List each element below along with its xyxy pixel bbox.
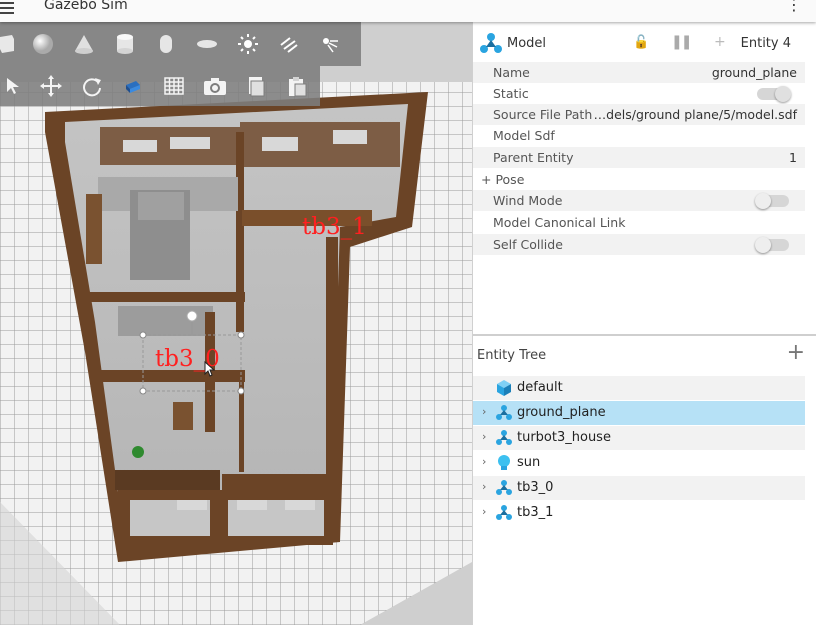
component-type-label: Model xyxy=(507,36,547,51)
screenshot-icon[interactable] xyxy=(194,66,235,106)
shapes-toolbar xyxy=(0,22,361,66)
name-value[interactable]: ground_plane xyxy=(712,65,797,80)
property-row-name: Name ground_plane xyxy=(473,62,805,83)
property-row-wind-mode: Wind Mode xyxy=(473,190,805,211)
plant xyxy=(132,446,144,458)
tree-item-tb3-0[interactable]: › tb3_0 xyxy=(473,476,805,500)
add-entity-icon[interactable]: + xyxy=(787,342,805,364)
tree-item-turbot3-house[interactable]: › turbot3_house xyxy=(473,426,805,450)
model-icon xyxy=(480,33,502,53)
panel-splitter[interactable] xyxy=(473,334,816,336)
more-options-icon[interactable]: ⋮ xyxy=(786,0,802,13)
app-title: Gazebo Sim xyxy=(44,0,128,13)
point-light-icon[interactable] xyxy=(227,24,268,64)
scene-3d-viewport[interactable]: tb3_1 tb3_0 xyxy=(0,22,472,625)
camera-view-icon[interactable] xyxy=(112,66,153,106)
robot-label-tb3-0: tb3_0 xyxy=(155,346,220,372)
sphere-icon[interactable] xyxy=(22,24,63,64)
add-component-icon[interactable]: + xyxy=(714,34,726,50)
model-icon xyxy=(496,505,512,520)
expand-arrow-icon[interactable]: › xyxy=(482,480,486,493)
world-cube-icon xyxy=(497,380,511,396)
directional-light-icon[interactable] xyxy=(268,24,309,64)
parent-entity-value: 1 xyxy=(789,150,797,165)
expand-arrow-icon[interactable]: › xyxy=(482,405,486,418)
property-row-model-sdf[interactable]: Model Sdf xyxy=(473,125,805,146)
paste-icon[interactable] xyxy=(276,66,317,106)
title-bar: Gazebo Sim ⋮ xyxy=(0,0,816,22)
model-icon xyxy=(496,430,512,445)
property-row-source-file-path: Source File Path …dels/ground plane/5/mo… xyxy=(473,104,805,125)
property-row-self-collide: Self Collide xyxy=(473,234,805,255)
model-icon xyxy=(496,480,512,495)
tree-item-ground-plane[interactable]: › ground_plane xyxy=(473,401,805,425)
entity-id-label: Entity 4 xyxy=(740,36,791,51)
light-bulb-icon xyxy=(498,455,510,470)
property-row-static: Static xyxy=(473,83,805,104)
property-row-pose[interactable]: + Pose xyxy=(473,169,805,190)
grid-icon[interactable] xyxy=(153,66,194,106)
tree-item-sun[interactable]: › sun xyxy=(473,451,805,475)
wind-mode-toggle[interactable] xyxy=(755,193,789,209)
robot-label-tb3-1: tb3_1 xyxy=(302,214,367,240)
hamburger-menu-icon[interactable] xyxy=(0,0,14,15)
source-file-path-value: …dels/ground plane/5/model.sdf xyxy=(593,107,797,122)
box-icon[interactable] xyxy=(0,24,22,64)
pause-icon[interactable]: ❚❚ xyxy=(671,34,693,50)
component-inspector-header: Model 🔓 ❚❚ + Entity 4 xyxy=(473,32,816,58)
select-icon[interactable] xyxy=(0,66,30,106)
property-row-parent-entity: Parent Entity 1 xyxy=(473,147,805,168)
model-icon xyxy=(496,405,512,420)
cone-icon[interactable] xyxy=(63,24,104,64)
expand-arrow-icon[interactable]: › xyxy=(482,505,486,518)
property-row-model-canonical-link: Model Canonical Link xyxy=(493,215,626,230)
tree-item-default[interactable]: default xyxy=(473,376,805,400)
ellipsoid-icon[interactable] xyxy=(186,24,227,64)
static-toggle[interactable] xyxy=(757,86,791,102)
lock-icon[interactable]: 🔓 xyxy=(633,35,649,50)
expand-arrow-icon[interactable]: › xyxy=(482,430,486,443)
self-collide-toggle[interactable] xyxy=(755,237,789,253)
capsule-icon[interactable] xyxy=(145,24,186,64)
scene-render[interactable] xyxy=(0,22,472,625)
rotate-icon[interactable] xyxy=(71,66,112,106)
translate-icon[interactable] xyxy=(30,66,71,106)
transform-toolbar xyxy=(0,66,320,106)
right-panel: Model 🔓 ❚❚ + Entity 4 Name ground_plane … xyxy=(472,22,816,625)
entity-tree-title: Entity Tree xyxy=(477,348,547,363)
copy-icon[interactable] xyxy=(235,66,276,106)
spot-light-icon[interactable] xyxy=(309,24,350,64)
cylinder-icon[interactable] xyxy=(104,24,145,64)
expand-arrow-icon[interactable]: › xyxy=(482,455,486,468)
tree-item-tb3-1[interactable]: › tb3_1 xyxy=(473,501,805,525)
